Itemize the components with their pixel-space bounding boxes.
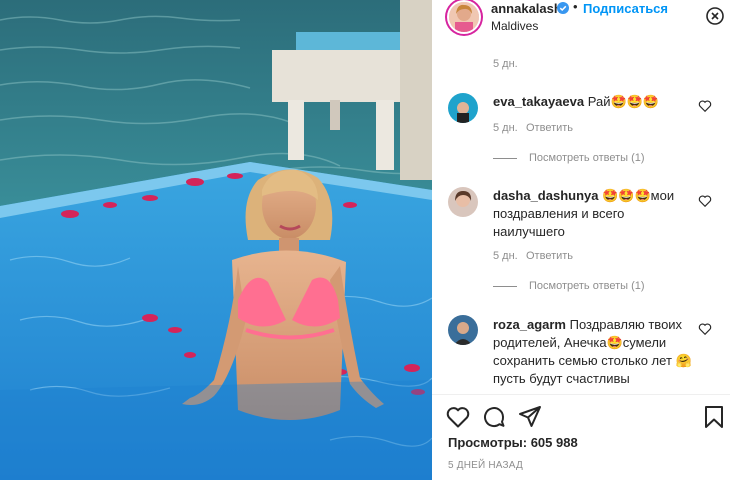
author-avatar[interactable] bbox=[449, 2, 479, 32]
comment-body: roza_agarm Поздравляю твоих родителей, А… bbox=[493, 316, 698, 388]
follow-button[interactable]: Подписаться bbox=[583, 1, 668, 16]
comment-body: eva_takayaeva Рай🤩🤩🤩 bbox=[493, 93, 693, 111]
comment-username[interactable]: roza_agarm bbox=[493, 317, 566, 332]
comment-text: Рай🤩🤩🤩 bbox=[587, 94, 660, 109]
separator-dot: • bbox=[573, 0, 578, 14]
author-username[interactable]: annakalash bbox=[491, 1, 562, 16]
commenter-avatar[interactable] bbox=[448, 315, 478, 345]
comment-time: 5 дн. bbox=[493, 250, 518, 262]
comment-like-icon[interactable] bbox=[698, 99, 712, 113]
view-replies-button[interactable]: Посмотреть ответы (1) bbox=[493, 280, 645, 292]
view-replies-button[interactable]: Посмотреть ответы (1) bbox=[493, 152, 645, 164]
commenter-avatar[interactable] bbox=[448, 187, 478, 217]
comment-username[interactable]: dasha_dashunya bbox=[493, 188, 599, 203]
comment-like-icon[interactable] bbox=[698, 322, 712, 336]
comment-time: 5 дн. bbox=[493, 58, 518, 70]
comment-username[interactable]: eva_takayaeva bbox=[493, 94, 584, 109]
comment-time: 5 дн. bbox=[493, 122, 518, 134]
comment-like-icon[interactable] bbox=[698, 194, 712, 208]
replies-line bbox=[493, 157, 517, 159]
reply-button[interactable]: Ответить bbox=[526, 250, 573, 262]
comment-body: dasha_dashunya 🤩🤩🤩мои поздравления и все… bbox=[493, 187, 693, 241]
paper-plane-icon[interactable] bbox=[517, 404, 543, 430]
post-header: annakalash • Подписаться Maldives bbox=[432, 0, 730, 40]
actions-divider bbox=[432, 394, 730, 395]
view-replies-label: Посмотреть ответы (1) bbox=[529, 280, 645, 292]
reply-button[interactable]: Ответить bbox=[526, 122, 573, 134]
post-side-panel: annakalash • Подписаться Maldives 5 дн. bbox=[432, 0, 730, 480]
commenter-avatar[interactable] bbox=[448, 93, 478, 123]
more-options-icon[interactable] bbox=[706, 7, 724, 25]
replies-line bbox=[493, 285, 517, 287]
comments-list[interactable]: 5 дн. eva_takayaeva Рай🤩🤩🤩 5 дн. Ответит… bbox=[432, 44, 730, 392]
heart-icon[interactable] bbox=[445, 404, 471, 430]
post-video[interactable] bbox=[0, 0, 432, 480]
pool-photo bbox=[0, 0, 432, 480]
comment-bubble-icon[interactable] bbox=[481, 404, 507, 430]
view-replies-label: Посмотреть ответы (1) bbox=[529, 152, 645, 164]
bookmark-icon[interactable] bbox=[701, 404, 727, 430]
post-location[interactable]: Maldives bbox=[491, 19, 538, 33]
views-count[interactable]: Просмотры: 605 988 bbox=[448, 435, 578, 450]
verified-badge-icon bbox=[557, 2, 569, 14]
post-timestamp[interactable]: 5 ДНЕЙ НАЗАД bbox=[448, 460, 523, 471]
